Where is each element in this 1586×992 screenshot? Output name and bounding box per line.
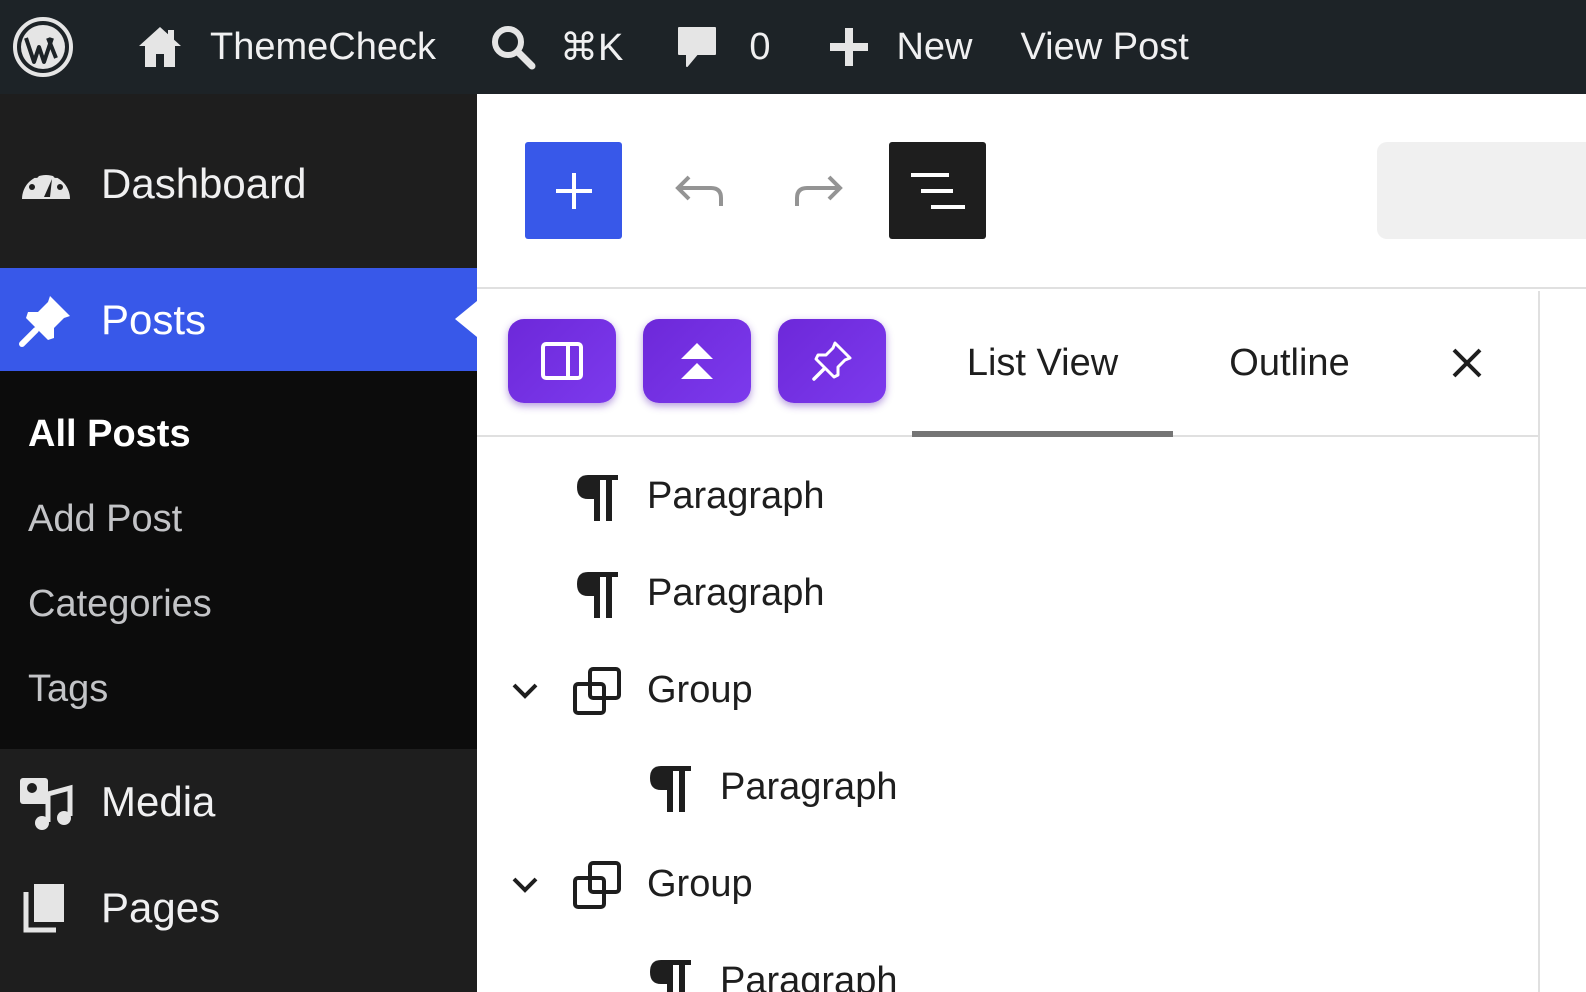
undo-icon	[675, 175, 723, 206]
sidebar-item-label: Posts	[101, 295, 207, 343]
paragraph-icon	[642, 760, 698, 816]
sidebar-item-posts[interactable]: Posts	[0, 268, 477, 371]
redo-icon	[795, 175, 843, 206]
list-item[interactable]: Group	[477, 642, 1538, 739]
submenu-item-add-post[interactable]: Add Post	[28, 498, 182, 541]
posts-submenu: All Posts Add Post Categories Tags	[0, 371, 477, 749]
plus-icon	[555, 172, 592, 209]
list-item[interactable]: Paragraph	[477, 739, 1538, 836]
submenu-item-categories[interactable]: Categories	[28, 583, 212, 626]
site-name-label: ThemeCheck	[210, 25, 436, 68]
close-icon	[1452, 348, 1482, 378]
document-title-bar[interactable]	[1377, 142, 1586, 239]
block-label: Group	[647, 863, 753, 905]
wordpress-logo-icon[interactable]	[12, 16, 74, 78]
sidebar-item-label: Media	[101, 778, 216, 825]
admin-bar: ThemeCheck ⌘K 0 New View Post	[0, 0, 1586, 94]
collapse-all-button[interactable]	[643, 319, 751, 403]
block-label: Paragraph	[720, 960, 898, 992]
close-panel-button[interactable]	[1439, 335, 1495, 391]
block-label: Group	[647, 669, 753, 711]
tab-label: Outline	[1229, 341, 1350, 384]
current-menu-arrow	[455, 301, 477, 337]
toggle-sidebar-button[interactable]	[508, 319, 616, 403]
site-name-link[interactable]: ThemeCheck	[136, 0, 436, 94]
sidebar-item-media[interactable]: Media	[0, 754, 477, 850]
sidebar-item-pages[interactable]: Pages	[0, 860, 477, 956]
redo-button[interactable]	[779, 152, 859, 232]
block-label: Paragraph	[720, 766, 898, 808]
chevron-down-icon[interactable]	[507, 673, 543, 709]
block-label: Paragraph	[647, 475, 825, 517]
list-view-panel: List View Outline Paragraph Paragraph Gr…	[477, 291, 1540, 992]
pushpin-icon	[18, 292, 74, 348]
sidebar-panel-icon	[541, 342, 583, 380]
group-icon	[569, 857, 625, 913]
view-post-link[interactable]: View Post	[1021, 0, 1189, 94]
active-tab-indicator	[912, 431, 1173, 437]
new-content-link[interactable]: New	[828, 0, 973, 94]
list-item[interactable]: Paragraph	[477, 448, 1538, 545]
pushpin-outline-icon	[812, 341, 852, 381]
pin-panel-button[interactable]	[778, 319, 886, 403]
panel-header: List View Outline	[477, 291, 1538, 437]
tab-outline[interactable]: Outline	[1212, 291, 1367, 435]
search-icon	[491, 26, 536, 70]
list-view-icon	[910, 172, 965, 209]
submenu-item-tags[interactable]: Tags	[28, 668, 108, 711]
view-post-label: View Post	[1020, 25, 1189, 68]
sidebar-item-dashboard[interactable]: Dashboard	[0, 134, 477, 234]
block-label: Paragraph	[647, 572, 825, 614]
plus-icon	[830, 28, 869, 66]
sidebar-item-label: Pages	[101, 884, 221, 931]
dashboard-gauge-icon	[18, 156, 74, 212]
admin-sidebar: Dashboard Posts All Posts Add Post Categ…	[0, 94, 477, 992]
tab-label: List View	[966, 341, 1119, 384]
chevron-down-icon[interactable]	[507, 867, 543, 903]
editor-header	[477, 94, 1586, 289]
block-inserter-button[interactable]	[525, 142, 622, 239]
group-icon	[569, 663, 625, 719]
document-overview-button[interactable]	[889, 142, 986, 239]
tab-list-view[interactable]: List View	[912, 291, 1173, 437]
undo-button[interactable]	[659, 152, 739, 232]
paragraph-icon	[642, 954, 698, 992]
pages-icon	[18, 880, 74, 936]
block-editor: List View Outline Paragraph Paragraph Gr…	[477, 94, 1586, 992]
media-icon	[18, 774, 74, 830]
submenu-item-all-posts[interactable]: All Posts	[28, 413, 191, 456]
home-icon	[139, 27, 181, 67]
command-search-button[interactable]: ⌘K	[490, 0, 623, 94]
paragraph-icon	[569, 566, 625, 622]
paragraph-icon	[569, 469, 625, 525]
double-chevron-up-icon	[681, 343, 713, 379]
list-item[interactable]: Paragraph	[477, 933, 1538, 992]
search-shortcut-label: ⌘K	[559, 26, 624, 69]
list-item[interactable]: Group	[477, 836, 1538, 933]
comments-link[interactable]: 0	[675, 0, 770, 94]
comment-bubble-icon	[678, 27, 717, 67]
comments-count: 0	[749, 25, 771, 68]
list-item[interactable]: Paragraph	[477, 545, 1538, 642]
new-label: New	[896, 25, 973, 68]
sidebar-item-label: Dashboard	[101, 160, 307, 207]
